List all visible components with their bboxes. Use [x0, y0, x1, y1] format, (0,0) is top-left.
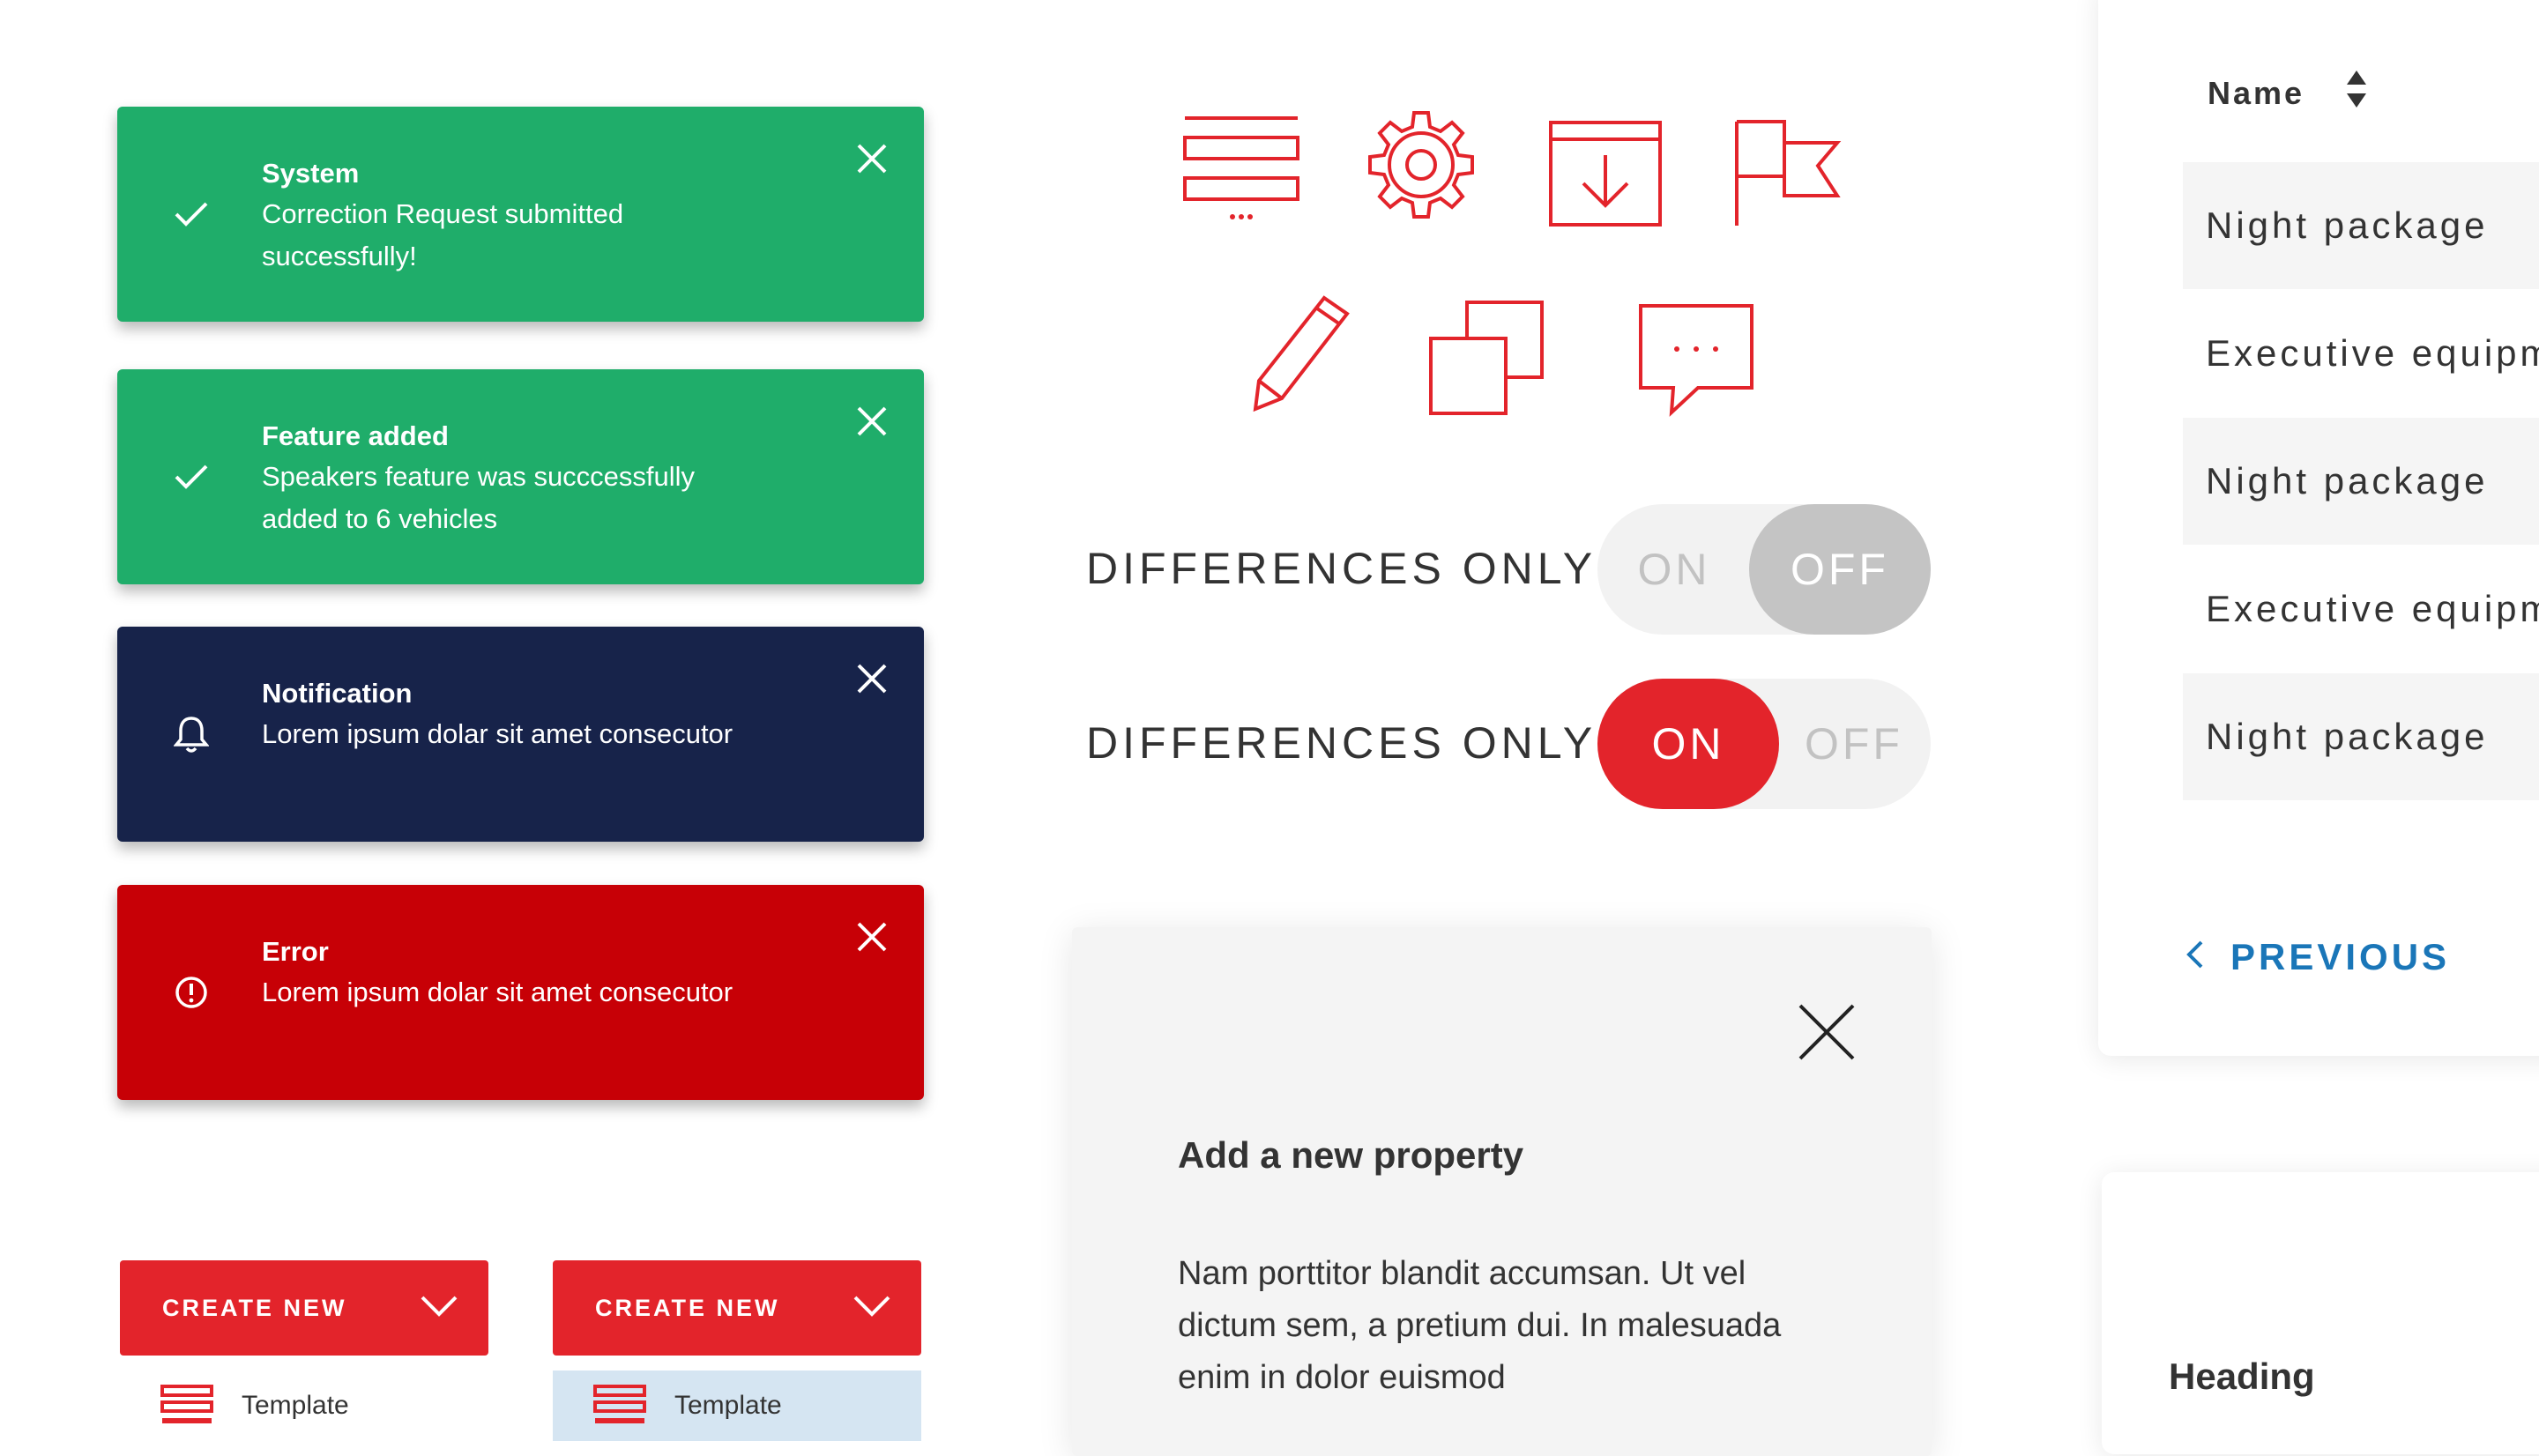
- modal-title: Add a new property: [1178, 1134, 1524, 1176]
- chevron-left-icon: [2185, 936, 2204, 978]
- previous-label: PREVIOUS: [2230, 936, 2451, 977]
- alert-circle-icon: [172, 885, 211, 1100]
- template-icon: [160, 1381, 213, 1430]
- table-row[interactable]: Night package: [2183, 162, 2539, 289]
- toast-title: Error: [262, 936, 329, 967]
- column-header-label: Name: [2208, 74, 2305, 111]
- toast-message: Correction Request submitted successfull…: [262, 198, 624, 271]
- download-icon[interactable]: [1548, 120, 1663, 232]
- pencil-icon[interactable]: [1250, 294, 1351, 417]
- create-new-button[interactable]: CREATE NEW: [120, 1260, 488, 1356]
- toast-message: Speakers feature was succcessfully added…: [262, 461, 696, 534]
- toast-title: Notification: [262, 678, 413, 709]
- close-icon[interactable]: [853, 140, 890, 177]
- differences-only-label: DIFFERENCES ONLY: [1086, 544, 1597, 593]
- toggle-off-option: OFF: [1805, 719, 1903, 769]
- dropdown-item-template-hover[interactable]: Template: [553, 1371, 921, 1441]
- table-row[interactable]: Night package: [2183, 418, 2539, 545]
- close-icon[interactable]: [853, 660, 890, 697]
- dropdown-item-label: Template: [674, 1391, 782, 1420]
- differences-only-label: DIFFERENCES ONLY: [1086, 718, 1597, 768]
- toggle-on-option: ON: [1637, 545, 1711, 594]
- previous-button[interactable]: PREVIOUS: [2185, 936, 2450, 978]
- sort-icon[interactable]: [2345, 69, 2368, 117]
- toggle-on-option: ON: [1651, 719, 1725, 769]
- toast-message: Lorem ipsum dolar sit amet consecutor: [262, 977, 733, 1007]
- toast-error: Error Lorem ipsum dolar sit amet consecu…: [117, 885, 924, 1100]
- card-heading: Heading: [2169, 1356, 2315, 1397]
- check-icon: [172, 107, 211, 322]
- chevron-down-icon: [420, 1295, 458, 1322]
- dropdown-item-label: Template: [242, 1391, 349, 1420]
- duplicate-icon[interactable]: [1428, 300, 1545, 420]
- toast-title: System: [262, 158, 360, 189]
- flag-icon[interactable]: [1733, 118, 1843, 232]
- close-icon[interactable]: [853, 403, 890, 440]
- dropdown-item-template[interactable]: Template: [120, 1371, 488, 1441]
- close-icon[interactable]: [1797, 1002, 1857, 1062]
- modal-body: Nam porttitor blandit accumsan. Ut vel d…: [1178, 1255, 1782, 1396]
- card-panel: [2102, 1172, 2539, 1454]
- bell-icon: [172, 627, 211, 842]
- close-icon[interactable]: [853, 918, 890, 955]
- create-new-button[interactable]: CREATE NEW: [553, 1260, 921, 1356]
- toast-notification: Notification Lorem ipsum dolar sit amet …: [117, 627, 924, 842]
- toggle-off-option: OFF: [1791, 545, 1889, 594]
- create-new-label: CREATE NEW: [162, 1294, 347, 1321]
- check-icon: [172, 369, 211, 584]
- toast-title: Feature added: [262, 420, 449, 451]
- differences-only-toggle-on[interactable]: ON OFF: [1597, 679, 1931, 809]
- comment-icon[interactable]: [1638, 303, 1754, 422]
- add-property-modal: Add a new property Nam porttitor blandit…: [1072, 927, 1932, 1456]
- gear-icon[interactable]: [1363, 108, 1479, 228]
- template-icon: [593, 1381, 646, 1430]
- toast-message: Lorem ipsum dolar sit amet consecutor: [262, 718, 733, 749]
- table-row[interactable]: Executive equipm: [2183, 546, 2539, 672]
- column-header-name[interactable]: Name: [2208, 69, 2368, 117]
- list-menu-icon[interactable]: [1181, 113, 1301, 227]
- toast-system: System Correction Request submitted succ…: [117, 107, 924, 322]
- table-row[interactable]: Night package: [2183, 673, 2539, 800]
- create-new-label: CREATE NEW: [595, 1294, 780, 1321]
- chevron-down-icon: [853, 1295, 891, 1322]
- table-row[interactable]: Executive equipm: [2183, 290, 2539, 417]
- differences-only-toggle-off[interactable]: ON OFF: [1597, 504, 1931, 635]
- toast-feature-added: Feature added Speakers feature was succc…: [117, 369, 924, 584]
